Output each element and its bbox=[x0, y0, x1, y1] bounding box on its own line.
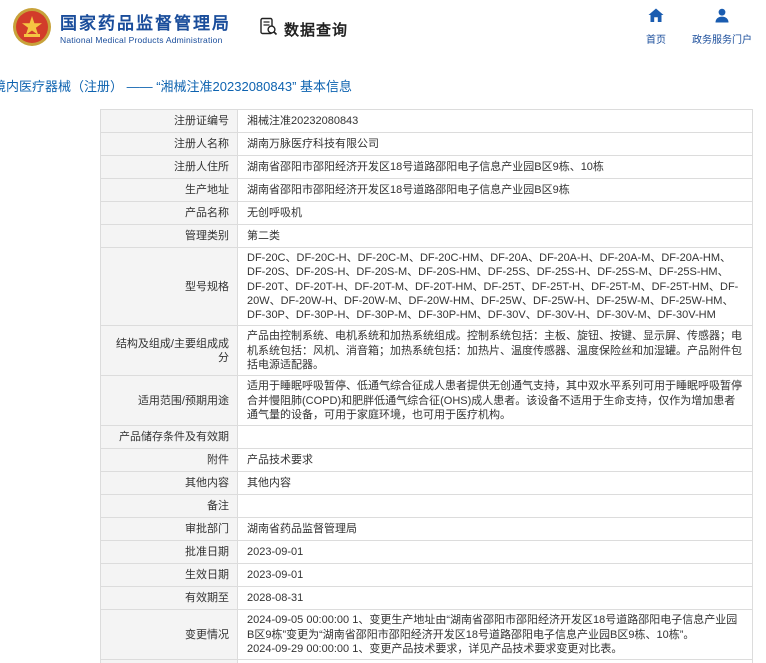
row-value bbox=[238, 495, 753, 519]
row-label: 结构及组成/主要组成成分 bbox=[101, 326, 238, 377]
nav-portal[interactable]: 政务服务门户 bbox=[692, 8, 752, 46]
row-value: 2023-09-01 bbox=[238, 541, 753, 565]
row-value: 湖南省邵阳市邵阳经济开发区18号道路邵阳电子信息产业园B区9栋 bbox=[238, 179, 753, 202]
table-row: 审批部门 湖南省药品监督管理局 bbox=[101, 518, 753, 542]
table-row: 管理类别 第二类 bbox=[101, 225, 753, 248]
table-row: 变更情况 2024-09-05 00:00:00 1、变更生产地址由“湖南省邵阳市… bbox=[101, 610, 753, 661]
row-value: 产品由控制系统、电机系统和加热系统组成。控制系统包括：主板、旋钮、按键、显示屏、… bbox=[238, 326, 753, 377]
brand-text: 国家药品监督管理局 National Medical Products Admi… bbox=[60, 13, 231, 44]
row-label: 批准日期 bbox=[101, 541, 238, 565]
row-label: 审批部门 bbox=[101, 518, 238, 542]
row-label: 产品储存条件及有效期 bbox=[101, 426, 238, 450]
table-row: 注册人名称 湖南万脉医疗科技有限公司 bbox=[101, 133, 753, 156]
row-label: 附件 bbox=[101, 449, 238, 473]
row-value: 第二类 bbox=[238, 225, 753, 248]
row-label: 生效日期 bbox=[101, 564, 238, 588]
row-label: 注册人名称 bbox=[101, 133, 238, 156]
row-label: 产品名称 bbox=[101, 202, 238, 225]
table-row: 生产地址 湖南省邵阳市邵阳经济开发区18号道路邵阳电子信息产业园B区9栋 bbox=[101, 179, 753, 202]
row-label: 适用范围/预期用途 bbox=[101, 376, 238, 427]
table-row: 型号规格 DF-20C、DF-20C-H、DF-20C-M、DF-20C-HM、D… bbox=[101, 248, 753, 327]
row-value: 无创呼吸机 bbox=[238, 202, 753, 225]
data-query-section: 数据查询 bbox=[259, 17, 348, 41]
portal-person-icon bbox=[714, 8, 730, 28]
top-nav: 首页 政务服务门户 bbox=[646, 8, 752, 46]
table-row: 有效期至 2028-08-31 bbox=[101, 587, 753, 611]
row-value: 2028-08-31 bbox=[238, 587, 753, 611]
breadcrumb: 境内医疗器械（注册） —— “湘械注准20232080843” 基本信息 bbox=[0, 79, 353, 94]
row-value: 其他内容 bbox=[238, 472, 753, 496]
table-row: 批准日期 2023-09-01 bbox=[101, 541, 753, 565]
home-icon bbox=[648, 8, 664, 28]
row-value: DF-20C、DF-20C-H、DF-20C-M、DF-20C-HM、DF-20… bbox=[238, 248, 753, 327]
info-table: 注册证编号 湘械注准20232080843 注册人名称 湖南万脉医疗科技有限公司 注册人… bbox=[100, 109, 753, 663]
nav-home-label: 首页 bbox=[646, 35, 666, 46]
row-label: 注册证编号 bbox=[101, 110, 238, 133]
breadcrumb-row: 境内医疗器械（注册） —— “湘械注准20232080843” 基本信息 bbox=[0, 76, 766, 96]
nmpa-emblem-logo bbox=[12, 7, 52, 52]
row-value: 湖南省邵阳市邵阳经济开发区18号道路邵阳电子信息产业园B区9栋、10栋 bbox=[238, 156, 753, 179]
table-row: 产品储存条件及有效期 bbox=[101, 426, 753, 450]
org-name-en: National Medical Products Administration bbox=[60, 34, 223, 45]
table-row: 附件 产品技术要求 bbox=[101, 449, 753, 473]
row-value: 湖南万脉医疗科技有限公司 bbox=[238, 133, 753, 156]
table-row: 注册人住所 湖南省邵阳市邵阳经济开发区18号道路邵阳电子信息产业园B区9栋、10栋 bbox=[101, 156, 753, 179]
row-value: 湘械注准20232080843 bbox=[238, 110, 753, 133]
table-row: 生效日期 2023-09-01 bbox=[101, 564, 753, 588]
table-row: 结构及组成/主要组成成分 产品由控制系统、电机系统和加热系统组成。控制系统包括：主… bbox=[101, 326, 753, 377]
table-row: 产品名称 无创呼吸机 bbox=[101, 202, 753, 225]
row-label: 其他内容 bbox=[101, 472, 238, 496]
row-value: 适用于睡眠呼吸暂停、低通气综合征成人患者提供无创通气支持，其中双水平系列可用于睡… bbox=[238, 376, 753, 427]
table-row: 适用范围/预期用途 适用于睡眠呼吸暂停、低通气综合征成人患者提供无创通气支持，其中… bbox=[101, 376, 753, 427]
row-value: 产品技术要求 bbox=[238, 449, 753, 473]
row-label: 型号规格 bbox=[101, 248, 238, 327]
table-row: 其他内容 其他内容 bbox=[101, 472, 753, 496]
section-title: 数据查询 bbox=[284, 21, 349, 39]
nmpa-brand: 国家药品监督管理局 National Medical Products Admi… bbox=[12, 7, 231, 52]
org-name-cn: 国家药品监督管理局 bbox=[60, 14, 231, 34]
data-query-icon bbox=[259, 17, 278, 41]
row-label: 变更情况 bbox=[101, 610, 238, 661]
row-value: 湖南省药品监督管理局 bbox=[238, 518, 753, 542]
nav-portal-label: 政务服务门户 bbox=[692, 35, 752, 46]
row-value: 2024-09-05 00:00:00 1、变更生产地址由“湖南省邵阳市邵阳经济… bbox=[238, 610, 753, 661]
row-label: 有效期至 bbox=[101, 587, 238, 611]
site-header: 国家药品监督管理局 National Medical Products Admi… bbox=[0, 0, 766, 58]
row-label: 注册人住所 bbox=[101, 156, 238, 179]
row-label: 管理类别 bbox=[101, 225, 238, 248]
table-row: 备注 bbox=[101, 495, 753, 519]
row-label: 生产地址 bbox=[101, 179, 238, 202]
row-label: 备注 bbox=[101, 495, 238, 519]
row-value: 2023-09-01 bbox=[238, 564, 753, 588]
row-value bbox=[238, 426, 753, 450]
nav-home[interactable]: 首页 bbox=[646, 8, 666, 46]
table-row: 注册证编号 湘械注准20232080843 bbox=[101, 110, 753, 133]
